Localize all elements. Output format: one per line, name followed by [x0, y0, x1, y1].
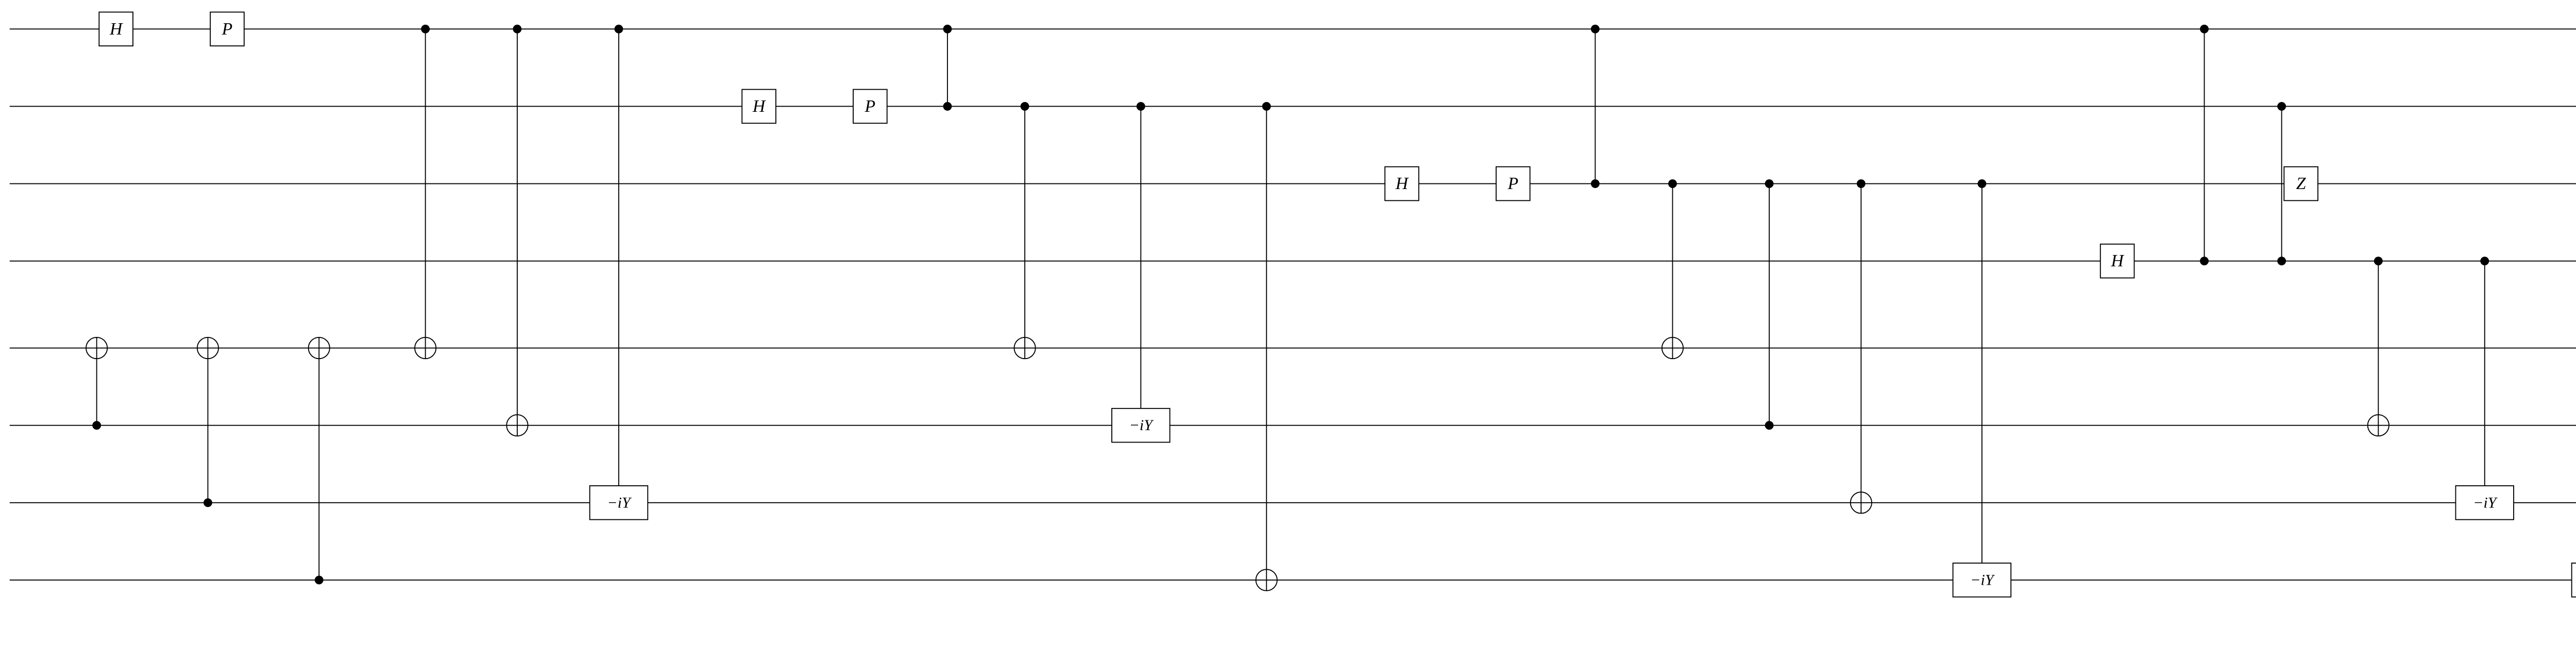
control-dot: [315, 575, 324, 584]
gate-label: −iY: [2473, 494, 2498, 511]
gate-label: H: [109, 20, 123, 39]
control-dot: [1262, 102, 1271, 111]
control-dot: [513, 25, 522, 33]
control-dot: [1591, 25, 1600, 33]
gate-label: H: [2110, 251, 2124, 270]
gate-label: −iY: [1970, 571, 1995, 588]
control-dot: [2200, 257, 2209, 265]
control-dot: [204, 498, 212, 507]
quantum-circuit: HP−iYHP−iYHP−iYHZ−iY−iYZ: [0, 0, 2576, 646]
gate-label: −iY: [607, 494, 632, 511]
control-dot: [2480, 257, 2489, 265]
control-dot: [943, 102, 952, 111]
control-dot: [2374, 257, 2383, 265]
gate-label: −iY: [1129, 417, 1155, 434]
gate-label: P: [1507, 174, 1518, 193]
control-dot: [1591, 179, 1600, 188]
gate-label: H: [752, 97, 766, 116]
control-dot: [2200, 25, 2209, 33]
gate-label: H: [1395, 174, 1409, 193]
control-dot: [92, 421, 101, 430]
control-dot: [1857, 179, 1866, 188]
gate-mIY: [2572, 563, 2576, 597]
control-dot: [2277, 257, 2286, 265]
control-dot: [1977, 179, 1986, 188]
control-dot: [1765, 421, 1774, 430]
gate-label: P: [865, 97, 876, 116]
gate-label: Z: [2296, 174, 2307, 193]
control-dot: [943, 25, 952, 33]
control-dot: [1137, 102, 1145, 111]
control-dot: [615, 25, 623, 33]
control-dot: [1765, 179, 1774, 188]
control-dot: [1668, 179, 1677, 188]
gate-label: P: [222, 20, 233, 39]
control-dot: [2277, 102, 2286, 111]
control-dot: [421, 25, 430, 33]
control-dot: [1021, 102, 1029, 111]
